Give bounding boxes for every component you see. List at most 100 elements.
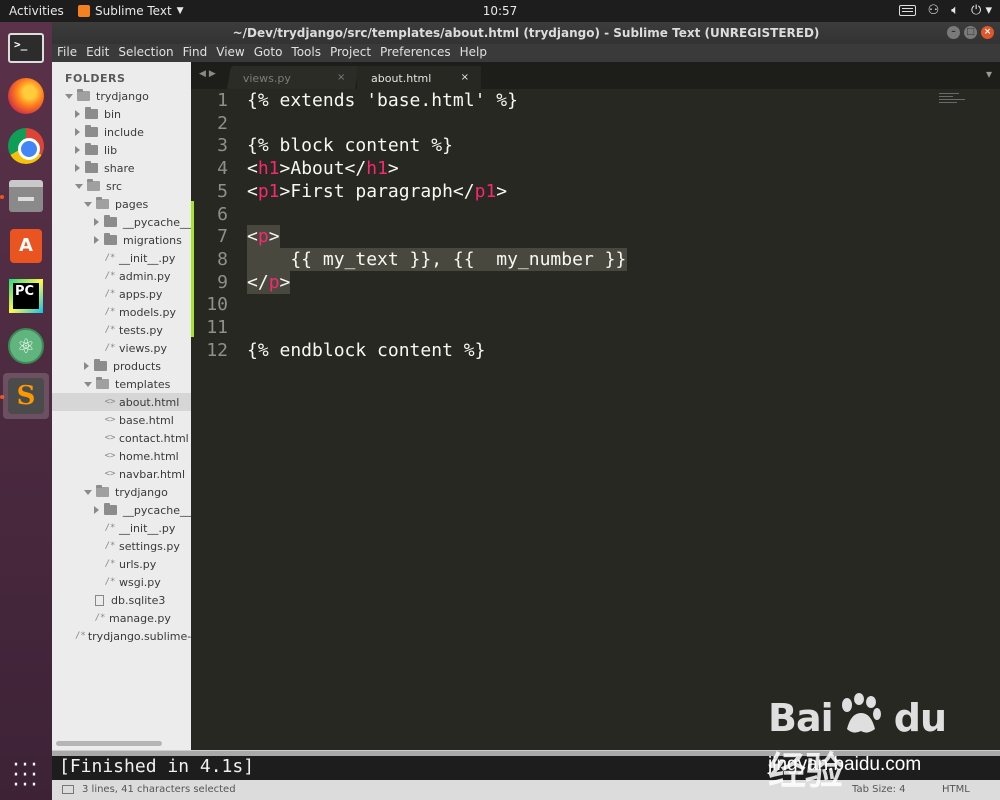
menu-item-preferences[interactable]: Preferences	[375, 44, 455, 62]
tree-file[interactable]: /* models.py	[52, 303, 191, 321]
system-tray[interactable]: ⚇ 🔈︎ ⏻ ▾	[898, 3, 992, 18]
tree-item-label: trydjango.sublime-	[87, 629, 191, 643]
code-line[interactable]: {% extends 'base.html' %}	[247, 89, 518, 112]
atom-icon: ⚛	[8, 328, 44, 364]
tab-about-html[interactable]: about.html ×	[357, 66, 481, 89]
disclosure-closed-icon[interactable]	[75, 164, 80, 172]
menu-item-selection[interactable]: Selection	[113, 44, 177, 62]
disclosure-closed-icon[interactable]	[75, 128, 80, 136]
tree-file[interactable]: /* admin.py	[52, 267, 191, 285]
close-icon[interactable]: ×	[461, 72, 469, 83]
menu-item-view[interactable]: View	[211, 44, 248, 62]
minimap[interactable]	[939, 93, 979, 115]
code-line[interactable]: <h1>About</h1>	[247, 157, 399, 180]
menu-item-project[interactable]: Project	[325, 44, 375, 62]
tree-file[interactable]: /* __init__.py	[52, 519, 191, 537]
window-titlebar[interactable]: ~/Dev/trydjango/src/templates/about.html…	[52, 22, 1000, 44]
tab-list-icon[interactable]: ▾	[986, 67, 992, 81]
tree-folder[interactable]: pages	[52, 195, 191, 213]
code-editor[interactable]: 1 {% extends 'base.html' %} 2 3 {% block con…	[191, 89, 1000, 750]
disclosure-open-icon[interactable]	[84, 489, 92, 495]
sidebar-scrollbar[interactable]	[56, 741, 162, 746]
tree-file[interactable]: /* __init__.py	[52, 249, 191, 267]
tree-folder[interactable]: __pycache__	[52, 213, 191, 231]
tree-file[interactable]: <> contact.html	[52, 429, 191, 447]
menu-item-find[interactable]: Find	[178, 44, 212, 62]
menu-item-tools[interactable]: Tools	[286, 44, 325, 62]
minimize-icon[interactable]: –	[947, 26, 960, 39]
code-line[interactable]: {% block content %}	[247, 134, 453, 157]
tree-file[interactable]: <> navbar.html	[52, 465, 191, 483]
tree-file[interactable]: /* wsgi.py	[52, 573, 191, 591]
disclosure-closed-icon[interactable]	[75, 110, 80, 118]
dock-atom[interactable]: ⚛	[3, 323, 49, 369]
dock-terminal[interactable]: >_	[3, 25, 49, 71]
tree-folder[interactable]: share	[52, 159, 191, 177]
network-icon[interactable]: ⚇	[928, 3, 940, 18]
disclosure-open-icon[interactable]	[84, 381, 92, 387]
tree-folder[interactable]: __pycache__	[52, 501, 191, 519]
tree-item-label: share	[104, 161, 135, 175]
python-file-icon: /*	[104, 559, 116, 569]
tree-folder[interactable]: trydjango	[52, 483, 191, 501]
tree-file[interactable]: <> base.html	[52, 411, 191, 429]
tree-file[interactable]: db.sqlite3	[52, 591, 191, 609]
code-line[interactable]: <p>	[247, 225, 280, 248]
folder-icon	[85, 161, 98, 173]
close-icon[interactable]: ×	[337, 72, 345, 83]
disclosure-closed-icon[interactable]	[94, 218, 99, 226]
disclosure-closed-icon[interactable]	[84, 362, 89, 370]
tree-folder[interactable]: templates	[52, 375, 191, 393]
code-line[interactable]: </p>	[247, 271, 290, 294]
tree-folder[interactable]: src	[52, 177, 191, 195]
volume-icon[interactable]: 🔈︎	[951, 3, 959, 18]
disclosure-open-icon[interactable]	[84, 201, 92, 207]
disclosure-open-icon[interactable]	[75, 183, 83, 189]
tree-folder[interactable]: include	[52, 123, 191, 141]
menu-item-goto[interactable]: Goto	[249, 44, 287, 62]
tree-file[interactable]: <> about.html	[52, 393, 191, 411]
code-line[interactable]: {% endblock content %}	[247, 339, 485, 362]
disclosure-closed-icon[interactable]	[94, 236, 99, 244]
menu-item-edit[interactable]: Edit	[81, 44, 113, 62]
tree-file[interactable]: /* apps.py	[52, 285, 191, 303]
tree-folder[interactable]: products	[52, 357, 191, 375]
dock-chrome[interactable]	[3, 123, 49, 169]
tree-file[interactable]: /* views.py	[52, 339, 191, 357]
dock-pycharm[interactable]: PC	[3, 273, 49, 319]
code-line[interactable]: {{ my_text }}, {{ my_number }}	[247, 248, 626, 271]
tab-nav-arrows-icon[interactable]: ◀▶	[199, 69, 219, 79]
panel-toggle-icon[interactable]	[62, 785, 74, 794]
terminal-icon: >_	[8, 33, 44, 63]
disclosure-open-icon[interactable]	[65, 93, 73, 99]
folder-open-icon	[96, 197, 109, 209]
activities-button[interactable]: Activities	[9, 4, 64, 18]
tree-item-label: admin.py	[119, 269, 171, 283]
tree-file[interactable]: /* urls.py	[52, 555, 191, 573]
dock-sublime[interactable]: S	[3, 373, 49, 419]
close-icon[interactable]: ×	[981, 26, 994, 39]
tree-file[interactable]: /* trydjango.sublime-	[52, 627, 191, 645]
tree-file[interactable]: <> home.html	[52, 447, 191, 465]
tree-folder[interactable]: lib	[52, 141, 191, 159]
tree-file[interactable]: /* tests.py	[52, 321, 191, 339]
menu-item-help[interactable]: Help	[455, 44, 491, 62]
tree-folder[interactable]: bin	[52, 105, 191, 123]
tree-folder[interactable]: migrations	[52, 231, 191, 249]
dock-show-apps[interactable]: ··· ··· ···	[3, 753, 49, 799]
code-line[interactable]: <p1>First paragraph</p1>	[247, 180, 507, 203]
tree-folder[interactable]: trydjango	[52, 87, 191, 105]
disclosure-closed-icon[interactable]	[94, 506, 99, 514]
dock-software[interactable]: A	[3, 223, 49, 269]
keyboard-icon[interactable]	[898, 5, 916, 16]
power-icon[interactable]: ⏻ ▾	[971, 3, 992, 18]
tab-views-py[interactable]: views.py ×	[226, 66, 360, 89]
tree-file[interactable]: /* settings.py	[52, 537, 191, 555]
disclosure-closed-icon[interactable]	[75, 146, 80, 154]
menu-item-file[interactable]: File	[52, 44, 81, 62]
maximize-icon[interactable]: □	[964, 26, 977, 39]
dock-files[interactable]	[3, 173, 49, 219]
dock-firefox[interactable]	[3, 73, 49, 119]
app-menu-button[interactable]: Sublime Text ▼	[78, 4, 184, 18]
tree-file[interactable]: /* manage.py	[52, 609, 191, 627]
